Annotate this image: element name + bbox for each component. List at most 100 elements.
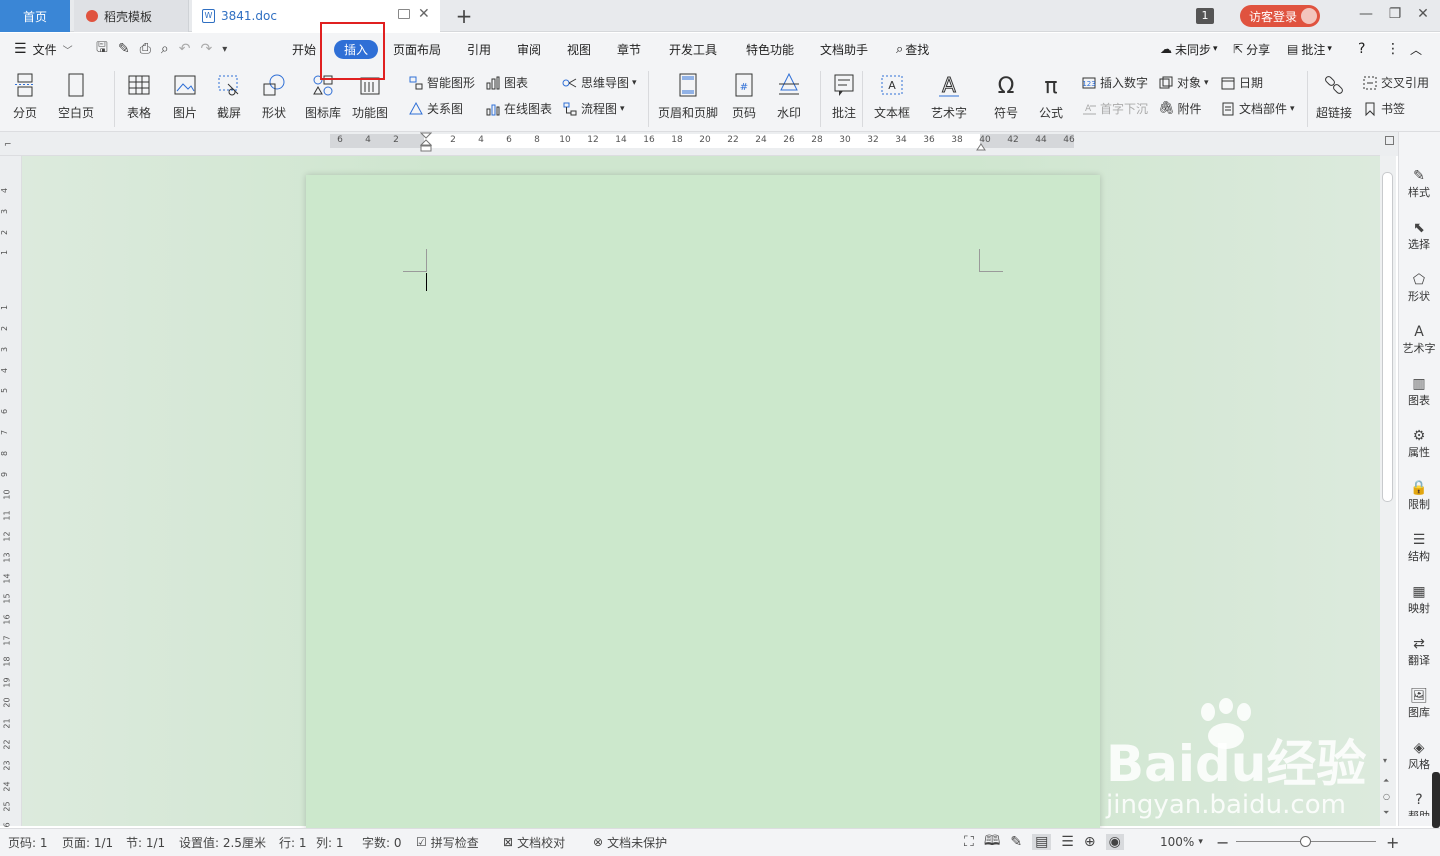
- zoom-out-icon[interactable]: −: [1216, 828, 1229, 856]
- indent-marker-icon[interactable]: [419, 132, 433, 152]
- relation-chart-button[interactable]: 关系图: [408, 100, 463, 117]
- web-view-icon[interactable]: ⊕: [1084, 834, 1096, 850]
- picture-button[interactable]: 图片: [170, 70, 200, 121]
- shape-button[interactable]: 形状: [259, 70, 289, 121]
- screenshot-button[interactable]: 截屏: [214, 70, 244, 121]
- menu-features[interactable]: 特色功能: [746, 33, 794, 65]
- zoom-slider-thumb[interactable]: [1300, 836, 1311, 847]
- panel-item-properties[interactable]: ⚙ 属性: [1398, 428, 1440, 460]
- share-button[interactable]: ⇱ 分享: [1233, 33, 1270, 65]
- menu-review[interactable]: 审阅: [517, 33, 541, 65]
- panel-item-theme[interactable]: ◈ 风格: [1398, 740, 1440, 772]
- read-mode-icon[interactable]: 🕮: [984, 830, 1001, 854]
- header-footer-button[interactable]: 页眉和页脚: [658, 70, 718, 121]
- tab-document[interactable]: W 3841.doc ✕: [192, 0, 440, 32]
- split-view-button[interactable]: [1380, 132, 1398, 156]
- restore-icon[interactable]: ❐: [1384, 6, 1406, 26]
- print-preview-icon[interactable]: ⌕: [161, 41, 169, 57]
- find-button[interactable]: ⌕ 查找: [896, 33, 929, 65]
- close-window-icon[interactable]: ✕: [1412, 6, 1434, 26]
- tab-docer-templates[interactable]: 稻壳模板: [74, 0, 189, 32]
- insert-number-button[interactable]: 123 插入数字: [1081, 74, 1148, 91]
- symbol-button[interactable]: Ω 符号: [991, 70, 1021, 121]
- tab-pin-icon[interactable]: [398, 9, 410, 19]
- undo-icon[interactable]: ↶: [179, 41, 191, 57]
- status-section[interactable]: 节: 1/1: [126, 828, 165, 856]
- hyperlink-button[interactable]: 超链接: [1316, 70, 1352, 121]
- panel-item-lock[interactable]: 🔒 限制: [1398, 480, 1440, 512]
- attachment-button[interactable]: 🖇 附件: [1158, 100, 1202, 117]
- bookmark-button[interactable]: 书签: [1362, 100, 1405, 117]
- tab-home[interactable]: 首页: [0, 0, 70, 32]
- doc-protect-button[interactable]: ⊗ 文档未保护: [593, 828, 667, 856]
- fullscreen-icon[interactable]: ⛶: [964, 834, 974, 850]
- formula-button[interactable]: π 公式: [1036, 70, 1066, 121]
- print-icon[interactable]: ⎙: [140, 41, 151, 57]
- panel-item-shape[interactable]: ⬠ 形状: [1398, 272, 1440, 304]
- save-icon[interactable]: 🖫: [96, 37, 108, 61]
- art-text-button[interactable]: A 艺术字: [931, 70, 967, 121]
- status-row[interactable]: 行: 1: [279, 828, 307, 856]
- tab-close-icon[interactable]: ✕: [418, 6, 430, 22]
- smart-art-button[interactable]: 智能图形: [408, 74, 475, 91]
- panel-item-map[interactable]: ▦ 映射: [1398, 584, 1440, 616]
- outline-view-icon[interactable]: ☰: [1061, 834, 1074, 850]
- table-button[interactable]: 表格: [124, 70, 154, 121]
- panel-item-art-text[interactable]: A 艺术字: [1398, 324, 1440, 356]
- online-chart-button[interactable]: 在线图表: [485, 100, 552, 117]
- flowchart-button[interactable]: 流程图 ▾: [562, 100, 625, 117]
- menu-section[interactable]: 章节: [617, 33, 641, 65]
- new-tab-icon[interactable]: +: [452, 4, 476, 28]
- redo-icon[interactable]: ↷: [200, 41, 212, 57]
- zoom-in-icon[interactable]: +: [1386, 828, 1399, 856]
- status-word-count[interactable]: 字数: 0: [362, 828, 402, 856]
- zoom-level-dropdown[interactable]: 100% ▾: [1160, 828, 1203, 856]
- annotate-button[interactable]: 批注: [829, 70, 859, 121]
- blank-page-button[interactable]: 空白页: [58, 70, 94, 121]
- panel-item-chart[interactable]: ▥ 图表: [1398, 376, 1440, 408]
- spell-check-button[interactable]: ☑ 拼写检查: [416, 828, 479, 856]
- menu-page-layout[interactable]: 页面布局: [393, 33, 441, 65]
- cross-reference-button[interactable]: 交叉引用: [1362, 74, 1440, 91]
- scrollbar-thumb[interactable]: [1382, 172, 1393, 502]
- page-view-icon[interactable]: ▤: [1032, 834, 1052, 850]
- panel-item-select[interactable]: ⬉ 选择: [1398, 220, 1440, 252]
- page-break-button[interactable]: 分页: [10, 70, 40, 121]
- status-setting[interactable]: 设置值: 2.5厘米: [179, 828, 266, 856]
- doc-parts-button[interactable]: 文档部件 ▾: [1220, 100, 1295, 117]
- menu-developer[interactable]: 开发工具: [669, 33, 717, 65]
- collapse-ribbon-icon[interactable]: ︿: [1410, 33, 1422, 65]
- panel-item-translate[interactable]: ⇄ 翻译: [1398, 636, 1440, 668]
- format-painter-icon[interactable]: ✎: [118, 41, 130, 57]
- mind-map-button[interactable]: 思维导图 ▾: [562, 74, 637, 91]
- help-icon[interactable]: ?: [1358, 33, 1365, 65]
- minimize-icon[interactable]: —: [1355, 6, 1377, 26]
- status-pages[interactable]: 页面: 1/1: [62, 828, 113, 856]
- panel-item-style[interactable]: ✎ 样式: [1398, 168, 1440, 200]
- watermark-button[interactable]: 水印: [774, 70, 804, 121]
- date-button[interactable]: 日期: [1220, 74, 1263, 91]
- sync-button[interactable]: ☁ 未同步 ▾: [1160, 33, 1218, 65]
- panel-item-structure[interactable]: ☰ 结构: [1398, 532, 1440, 564]
- textbox-button[interactable]: A 文本框: [874, 70, 910, 121]
- doc-proof-button[interactable]: ⊠ 文档校对: [503, 828, 565, 856]
- file-menu[interactable]: ☰ 文件 ﹀: [14, 33, 73, 65]
- drop-cap-button[interactable]: A 首字下沉: [1081, 100, 1148, 117]
- object-button[interactable]: 对象 ▾: [1158, 74, 1209, 91]
- pen-icon[interactable]: ✎: [1010, 834, 1022, 850]
- menu-view[interactable]: 视图: [567, 33, 591, 65]
- guest-login-button[interactable]: 访客登录: [1240, 5, 1320, 27]
- right-indent-marker-icon[interactable]: [976, 140, 986, 151]
- customize-dropdown-icon[interactable]: ▾: [222, 44, 227, 55]
- chart-button[interactable]: 图表: [485, 74, 528, 91]
- status-page[interactable]: 页码: 1: [8, 828, 48, 856]
- eye-protect-icon[interactable]: ◉: [1105, 834, 1124, 850]
- menu-start[interactable]: 开始: [292, 33, 316, 65]
- panel-item-gallery[interactable]: 🖼 图库: [1398, 688, 1440, 720]
- window-count-badge[interactable]: 1: [1196, 8, 1214, 24]
- page-number-button[interactable]: # 页码: [729, 70, 759, 121]
- more-options-icon[interactable]: ⋮: [1386, 33, 1400, 65]
- menu-references[interactable]: 引用: [467, 33, 491, 65]
- status-column[interactable]: 列: 1: [316, 828, 344, 856]
- comment-menu-button[interactable]: ▤ 批注 ▾: [1287, 33, 1332, 65]
